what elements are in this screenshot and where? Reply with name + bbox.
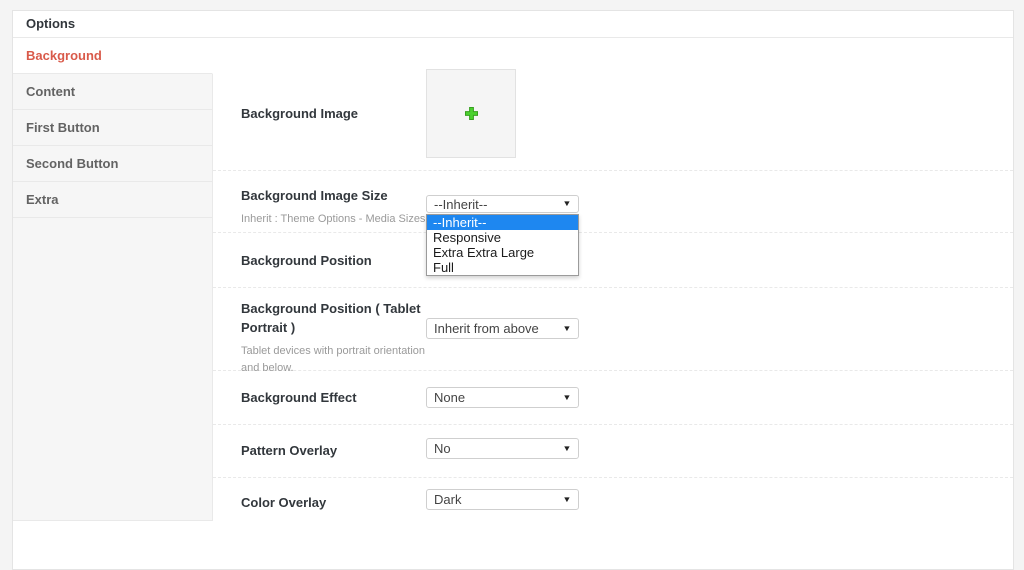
field-background-image: Background Image bbox=[213, 38, 1013, 171]
dropdown-arrow-icon: ▼ bbox=[562, 392, 572, 402]
dropdown-item-responsive[interactable]: Responsive bbox=[427, 230, 578, 245]
dropdown-item-full[interactable]: Full bbox=[427, 260, 578, 275]
field-background-position-tablet: Background Position ( Tablet Portrait ) … bbox=[213, 288, 1013, 374]
field-label: Color Overlay bbox=[241, 495, 327, 510]
field-label: Background Position ( Tablet Portrait ) bbox=[241, 301, 421, 335]
tab-content[interactable]: Content bbox=[13, 74, 213, 110]
background-image-upload[interactable] bbox=[426, 69, 516, 158]
dropdown-arrow-icon: ▼ bbox=[562, 443, 572, 453]
tab-background[interactable]: Background bbox=[13, 38, 213, 74]
field-pattern-overlay: Pattern Overlay No ▼ bbox=[213, 425, 1013, 478]
select-value: None bbox=[434, 390, 466, 405]
tab-second-button[interactable]: Second Button bbox=[13, 146, 213, 182]
field-label: Background Effect bbox=[241, 390, 357, 405]
field-help: Inherit : Theme Options - Media Sizes. bbox=[241, 212, 429, 225]
dropdown-item-inherit[interactable]: --Inherit-- bbox=[427, 215, 578, 230]
field-background-effect: Background Effect None ▼ bbox=[213, 371, 1013, 425]
select-value: No bbox=[434, 441, 451, 456]
options-content: Background Image Background Image Size I… bbox=[213, 38, 1013, 538]
field-background-position: Background Position ▼ bbox=[213, 233, 1013, 288]
select-value: Inherit from above bbox=[434, 321, 539, 336]
dropdown-arrow-icon: ▼ bbox=[562, 494, 572, 504]
tab-first-button[interactable]: First Button bbox=[13, 110, 213, 146]
background-position-tablet-select[interactable]: Inherit from above ▼ bbox=[426, 318, 579, 339]
background-effect-select[interactable]: None ▼ bbox=[426, 387, 579, 408]
color-overlay-select[interactable]: Dark ▼ bbox=[426, 489, 579, 510]
add-image-icon bbox=[464, 107, 478, 120]
options-sidebar: Background Content First Button Second B… bbox=[13, 38, 213, 538]
pattern-overlay-select[interactable]: No ▼ bbox=[426, 438, 579, 459]
select-value: Dark bbox=[434, 492, 462, 507]
field-label: Pattern Overlay bbox=[241, 443, 338, 458]
field-label: Background Position bbox=[241, 253, 372, 268]
field-label: Background Image bbox=[241, 106, 359, 121]
background-image-size-select[interactable]: --Inherit-- ▼ bbox=[426, 195, 579, 213]
tab-extra[interactable]: Extra bbox=[13, 182, 213, 218]
field-label: Background Image Size bbox=[241, 188, 388, 203]
options-panel: Options Background Content First Button … bbox=[12, 10, 1014, 570]
dropdown-arrow-icon: ▼ bbox=[562, 323, 572, 333]
background-image-size-dropdown: --Inherit-- Responsive Extra Extra Large… bbox=[426, 214, 579, 276]
dropdown-arrow-icon: ▼ bbox=[562, 199, 572, 208]
field-color-overlay: Color Overlay Dark ▼ bbox=[213, 478, 1013, 538]
field-background-image-size: Background Image Size Inherit : Theme Op… bbox=[213, 171, 1013, 276]
select-value: --Inherit-- bbox=[434, 196, 488, 212]
sidebar-filler bbox=[13, 218, 213, 521]
panel-main: Background Content First Button Second B… bbox=[13, 38, 1013, 538]
panel-title: Options bbox=[13, 11, 1013, 38]
dropdown-item-extra-extra-large[interactable]: Extra Extra Large bbox=[427, 245, 578, 260]
